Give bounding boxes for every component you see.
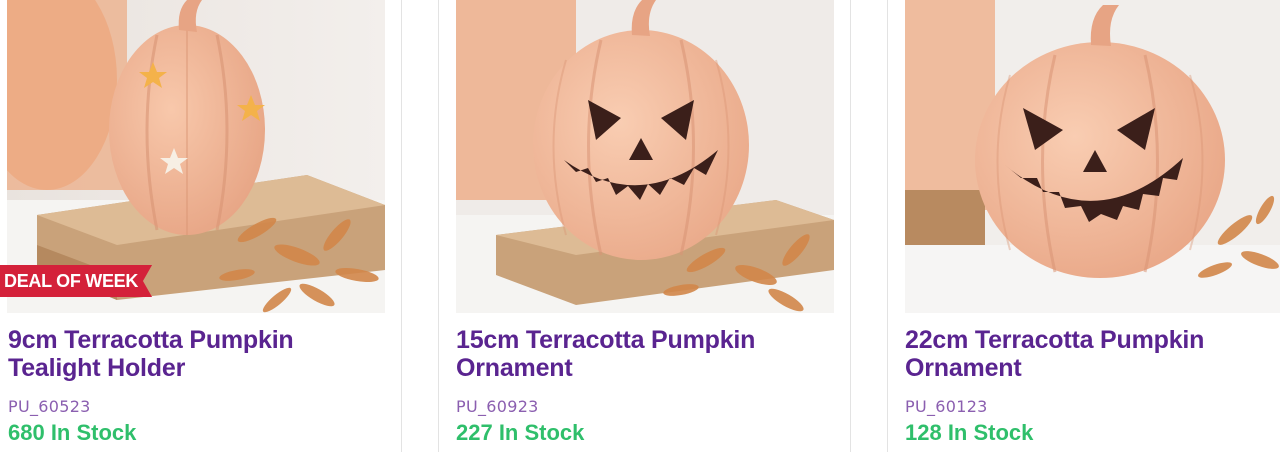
product-sku: PU_60523: [8, 397, 91, 416]
product-image[interactable]: [905, 0, 1280, 313]
stock-status: 128 In Stock: [905, 420, 1034, 445]
product-card[interactable]: DEAL OF WEEK 9cm Terracotta Pumpkin Teal…: [0, 0, 402, 452]
pumpkin-ornament-15cm-image: [456, 0, 834, 313]
stock-status: 680 In Stock: [8, 420, 137, 445]
card-divider: [850, 0, 851, 452]
product-sku: PU_60923: [456, 397, 539, 416]
product-title-line-1[interactable]: 22cm Terracotta Pumpkin: [905, 326, 1204, 354]
stock-status: 227 In Stock: [456, 420, 585, 445]
product-image[interactable]: [456, 0, 834, 313]
product-title[interactable]: 9cm Terracotta Pumpkin Tealight Holder: [8, 326, 294, 382]
product-title-line-2[interactable]: Ornament: [905, 354, 1022, 382]
product-title[interactable]: 15cm Terracotta Pumpkin Ornament: [456, 326, 755, 382]
product-title-line-1[interactable]: 15cm Terracotta Pumpkin: [456, 326, 755, 354]
product-title-line-2[interactable]: Tealight Holder: [8, 354, 185, 382]
card-divider: [401, 0, 402, 452]
deal-of-week-badge: DEAL OF WEEK: [0, 265, 153, 297]
product-title-line-1[interactable]: 9cm Terracotta Pumpkin: [8, 326, 294, 354]
product-sku: PU_60123: [905, 397, 988, 416]
product-card[interactable]: 15cm Terracotta Pumpkin Ornament PU_6092…: [438, 0, 850, 452]
pumpkin-ornament-22cm-image: [905, 0, 1280, 313]
product-card[interactable]: 22cm Terracotta Pumpkin Ornament PU_6012…: [887, 0, 1280, 452]
product-title-line-2[interactable]: Ornament: [456, 354, 573, 382]
product-title[interactable]: 22cm Terracotta Pumpkin Ornament: [905, 326, 1204, 382]
